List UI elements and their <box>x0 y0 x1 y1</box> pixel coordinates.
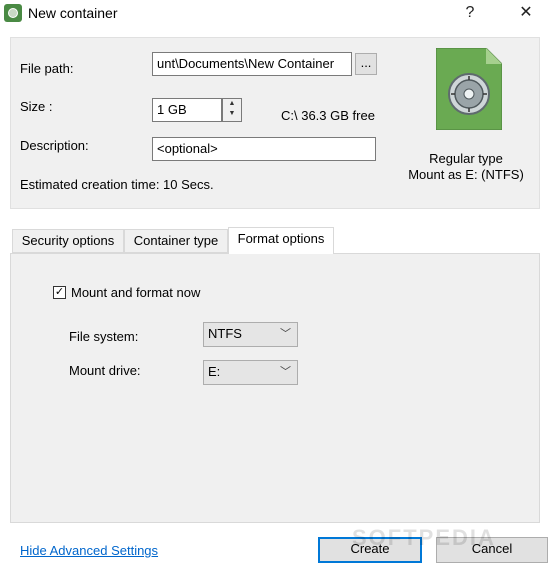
file-system-value: NTFS <box>208 326 242 341</box>
size-label: Size : <box>20 99 53 114</box>
tab-format-options[interactable]: Format options <box>228 227 334 254</box>
file-path-input[interactable]: unt\Documents\New Container <box>152 52 352 76</box>
browse-button[interactable]: ... <box>355 53 377 75</box>
app-icon <box>4 4 22 22</box>
free-space-text: C:\ 36.3 GB free <box>281 108 375 123</box>
file-system-select[interactable]: NTFS ﹀ <box>203 322 298 347</box>
description-input[interactable]: <optional> <box>152 137 376 161</box>
softpedia-watermark: SOFTPEDIA <box>352 525 496 550</box>
spin-up-icon[interactable]: ▲ <box>223 99 241 109</box>
spin-down-icon[interactable]: ▼ <box>223 109 241 119</box>
window-title: New container <box>28 5 118 21</box>
size-input[interactable]: 1 GB <box>152 98 222 122</box>
description-label: Description: <box>20 138 89 153</box>
file-path-label: File path: <box>20 61 74 76</box>
close-button[interactable]: ✕ <box>508 2 544 24</box>
hide-advanced-settings-link[interactable]: Hide Advanced Settings <box>20 543 158 558</box>
mount-drive-label: Mount drive: <box>69 363 141 378</box>
estimated-time-text: Estimated creation time: 10 Secs. <box>20 177 214 192</box>
container-type-text: Regular type <box>429 151 503 166</box>
mount-drive-value: E: <box>208 364 221 379</box>
title-bar: New container ? ✕ <box>0 0 552 28</box>
mount-format-checkbox[interactable]: ✓ <box>53 286 66 299</box>
mount-info-text: Mount as E: (NTFS) <box>408 167 524 182</box>
chevron-down-icon: ﹀ <box>280 328 291 340</box>
tab-security-options[interactable]: Security options <box>12 229 124 253</box>
size-spinner[interactable]: ▲ ▼ <box>222 98 242 122</box>
chevron-down-icon: ﹀ <box>280 366 291 378</box>
file-system-label: File system: <box>69 329 139 344</box>
tab-container-type[interactable]: Container type <box>124 229 228 253</box>
safe-file-icon <box>436 48 502 130</box>
mount-format-label: Mount and format now <box>71 285 201 300</box>
mount-drive-select[interactable]: E: ﹀ <box>203 360 298 385</box>
help-button[interactable]: ? <box>452 2 488 24</box>
